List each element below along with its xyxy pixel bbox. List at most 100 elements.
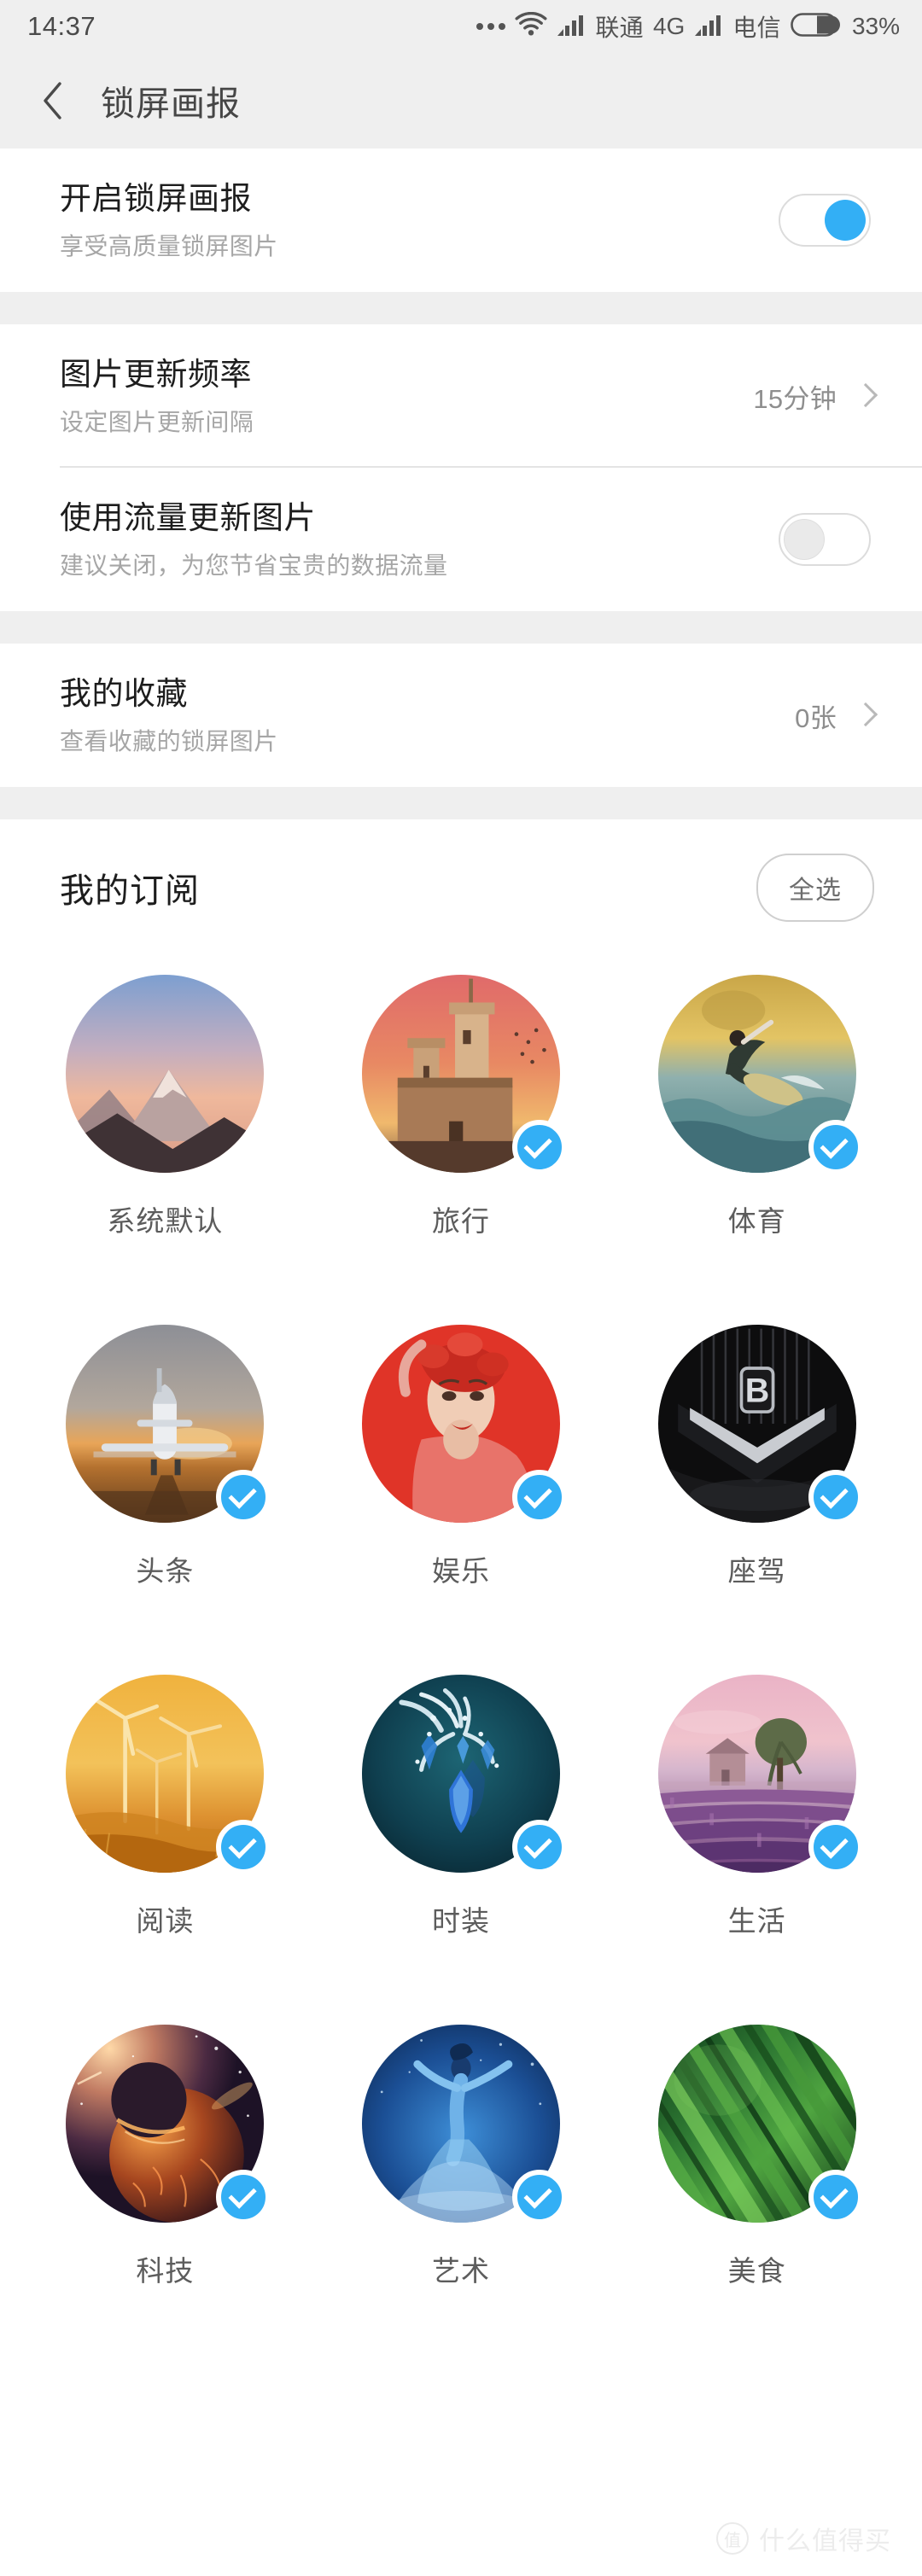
setting-row-update-frequency[interactable]: 图片更新频率 设定图片更新间隔 15分钟 [0,324,922,468]
subscription-thumb-wrap: B [657,1325,863,1524]
subscriptions-section: 我的订阅 全选 系统默认 旅行 体育 头条 娱乐 B 座驾 阅读 时装 生活 科… [0,819,922,2381]
subscription-label: 座驾 [727,1555,786,1587]
row-text-block: 使用流量更新图片 建议关闭，为您节省宝贵的数据流量 [60,498,779,580]
subscription-check-badge [808,1470,863,1524]
row-title: 使用流量更新图片 [60,500,316,536]
carrier-label-2: 电信 [732,15,781,41]
section-gap [0,292,922,324]
subscriptions-title: 我的订阅 [60,872,200,910]
signal-bars-icon [557,13,586,41]
subscription-thumb-wrap [361,1675,567,1874]
setting-row-my-favorites[interactable]: 我的收藏 查看收藏的锁屏图片 0张 [0,644,922,787]
status-time: 14:37 [27,11,96,41]
watermark: 值 什么值得买 [716,2520,891,2557]
subscription-item[interactable]: 系统默认 [17,956,313,1306]
row-title: 开启锁屏画报 [60,181,252,217]
battery-percent-label: 33% [851,13,900,39]
thumb-mountain-sunset [66,975,265,1173]
subscription-thumb-wrap [657,2025,863,2224]
subscription-label: 系统默认 [107,1205,224,1237]
subscription-label: 娱乐 [431,1555,490,1587]
subscription-item[interactable]: 旅行 [313,956,610,1306]
watermark-badge-icon: 值 [716,2522,749,2555]
more-dots-icon [476,23,506,30]
subscriptions-grid: 系统默认 旅行 体育 头条 娱乐 B 座驾 阅读 时装 生活 科技 艺术 美食 [0,956,922,2356]
subscription-label: 艺术 [431,2255,490,2287]
row-subtitle: 设定图片更新间隔 [60,408,254,435]
select-all-button[interactable]: 全选 [756,854,874,922]
chevron-right-icon [855,382,871,410]
watermark-text: 什么值得买 [759,2527,891,2556]
row-subtitle: 查看收藏的锁屏图片 [60,727,278,755]
row-subtitle: 建议关闭，为您节省宝贵的数据流量 [60,551,448,579]
subscription-thumb-wrap [361,975,567,1174]
subscription-check-badge [511,1120,567,1174]
back-button[interactable] [29,78,75,124]
subscription-label: 旅行 [431,1205,490,1237]
row-value: 0张 [795,702,837,733]
row-value: 15分钟 [753,383,837,414]
settings-content: 开启锁屏画报 享受高质量锁屏图片 图片更新频率 设定图片更新间隔 15分钟 使用… [0,149,922,2381]
subscription-label: 阅读 [136,1905,195,1937]
chevron-left-icon [44,82,61,119]
row-text-block: 图片更新频率 设定图片更新间隔 [60,355,753,436]
network-type-label: 4G [652,13,686,39]
toggle-enable-wallpaper[interactable] [779,194,871,247]
subscription-item[interactable]: 生活 [609,1656,905,2006]
subscription-item[interactable]: 科技 [17,2006,313,2356]
subscription-check-badge [216,2170,271,2224]
subscription-label: 时装 [431,1905,490,1937]
section-gap [0,787,922,819]
row-text-block: 开启锁屏画报 享受高质量锁屏图片 [60,179,779,260]
subscription-check-badge [216,1820,271,1874]
subscription-check-badge [808,2170,863,2224]
chevron-right-icon [855,702,871,729]
section-gap [0,611,922,644]
row-title: 图片更新频率 [60,357,252,393]
app-header: 锁屏画报 [0,53,922,149]
toggle-mobile-data-update[interactable] [779,513,871,566]
subscription-label: 科技 [136,2255,195,2287]
subscription-label: 生活 [727,1905,786,1937]
status-bar-icons: 联通 4G 电信 33% [476,9,900,44]
subscription-item[interactable]: 时装 [313,1656,610,2006]
toggle-knob [825,200,866,241]
row-right-block: 0张 [795,696,871,735]
subscription-thumb-wrap [66,2025,271,2224]
subscription-item[interactable]: 娱乐 [313,1306,610,1656]
row-title: 我的收藏 [60,676,188,712]
subscription-check-badge [216,1470,271,1524]
battery-icon [791,12,840,42]
wifi-icon [515,11,547,42]
status-bar: 14:37 联通 4G 电信 33% [0,0,922,53]
subscription-thumb-wrap [361,1325,567,1524]
subscription-thumb-wrap [657,1675,863,1874]
subscription-item[interactable]: 阅读 [17,1656,313,2006]
subscription-check-badge [511,1470,567,1524]
subscription-thumb-wrap [361,2025,567,2224]
subscription-check-badge [808,1820,863,1874]
row-subtitle: 享受高质量锁屏图片 [60,232,278,259]
subscription-check-badge [511,2170,567,2224]
subscription-label: 头条 [136,1555,195,1587]
row-right-block: 15分钟 [753,377,871,416]
toggle-knob [784,519,825,560]
setting-row-enable-wallpaper[interactable]: 开启锁屏画报 享受高质量锁屏图片 [0,149,922,292]
setting-row-mobile-data-update[interactable]: 使用流量更新图片 建议关闭，为您节省宝贵的数据流量 [0,468,922,611]
subscription-label: 美食 [727,2255,786,2287]
subscription-item[interactable]: 美食 [609,2006,905,2356]
svg-text:B: B [744,1372,768,1409]
subscriptions-header: 我的订阅 全选 [0,819,922,956]
subscription-item[interactable]: B 座驾 [609,1306,905,1656]
carrier-label-1: 联通 [595,15,644,41]
subscription-check-badge [808,1120,863,1174]
subscription-item[interactable]: 艺术 [313,2006,610,2356]
row-text-block: 我的收藏 查看收藏的锁屏图片 [60,674,795,755]
page-title: 锁屏画报 [101,85,241,123]
subscription-item[interactable]: 体育 [609,956,905,1306]
subscription-item[interactable]: 头条 [17,1306,313,1656]
subscription-check-badge [511,1820,567,1874]
subscription-thumb-wrap [657,975,863,1174]
subscription-thumb-wrap [66,1325,271,1524]
subscription-thumb-wrap [66,975,265,1173]
